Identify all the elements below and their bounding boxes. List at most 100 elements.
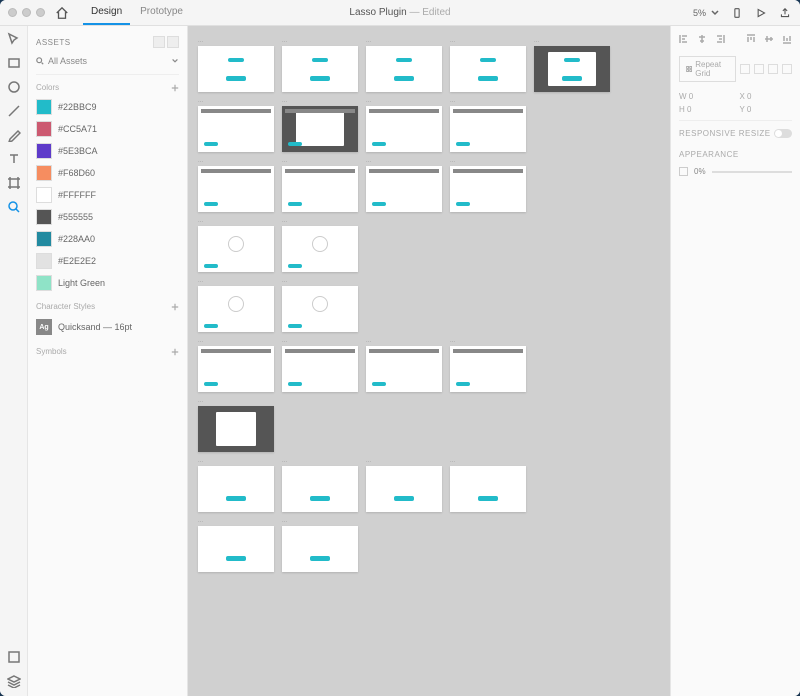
artboard-thumbnail[interactable]: ···	[198, 526, 274, 572]
artboard-thumbnail[interactable]: ···	[198, 106, 274, 152]
assets-panel: ASSETS All Assets Colors #22BBC9 #CC5A71 #…	[28, 26, 188, 696]
color-swatch-item[interactable]: #22BBC9	[36, 96, 179, 118]
canvas[interactable]: ········································…	[188, 26, 670, 696]
opacity-slider[interactable]	[712, 171, 792, 173]
swatch-label: #CC5A71	[58, 124, 97, 134]
assets-title: ASSETS	[36, 38, 71, 47]
intersect-icon[interactable]	[768, 64, 778, 74]
align-right-icon[interactable]	[715, 34, 725, 44]
assets-icon[interactable]	[7, 650, 21, 664]
artboard-thumbnail[interactable]: ···	[450, 466, 526, 512]
maximize-icon[interactable]	[36, 8, 45, 17]
device-preview-icon[interactable]	[730, 6, 744, 20]
artboard-thumbnail[interactable]: ···	[282, 106, 358, 152]
opacity-checkbox[interactable]	[679, 167, 688, 176]
select-tool[interactable]	[7, 32, 21, 46]
play-icon[interactable]	[754, 6, 768, 20]
swatch-label: #5E3BCA	[58, 146, 98, 156]
tab-design[interactable]: Design	[83, 0, 130, 25]
assets-search[interactable]: All Assets	[36, 52, 179, 75]
artboard-thumbnail[interactable]: ···	[450, 106, 526, 152]
charstyles-section-header[interactable]: Character Styles	[36, 294, 179, 315]
artboard-thumbnail[interactable]: ···	[282, 346, 358, 392]
traffic-lights	[8, 8, 45, 17]
artboard-thumbnail[interactable]: ···	[450, 166, 526, 212]
subtract-icon[interactable]	[754, 64, 764, 74]
grid-view-button[interactable]	[153, 36, 165, 48]
align-top-icon[interactable]	[746, 34, 756, 44]
artboard-thumbnail[interactable]: ···	[198, 46, 274, 92]
layers-icon[interactable]	[7, 674, 21, 688]
artboard-thumbnail[interactable]: ···	[282, 226, 358, 272]
color-swatch-item[interactable]: #555555	[36, 206, 179, 228]
x-field[interactable]: X 0	[740, 92, 793, 101]
charstyle-icon: Ag	[36, 319, 52, 335]
align-controls	[679, 32, 792, 52]
artboard-thumbnail[interactable]: ···	[366, 346, 442, 392]
responsive-toggle[interactable]	[774, 129, 792, 138]
artboard-thumbnail[interactable]: ···	[450, 46, 526, 92]
swatch-icon	[36, 275, 52, 291]
rectangle-tool[interactable]	[7, 56, 21, 70]
artboard-thumbnail[interactable]: ···	[366, 466, 442, 512]
zoom-dropdown[interactable]: 5%	[693, 8, 720, 18]
titlebar: Design Prototype Lasso Plugin — Edited 5…	[0, 0, 800, 26]
tab-prototype[interactable]: Prototype	[132, 0, 191, 25]
artboard-thumbnail[interactable]: ···	[198, 466, 274, 512]
union-icon[interactable]	[740, 64, 750, 74]
color-swatch-item[interactable]: #CC5A71	[36, 118, 179, 140]
artboard-thumbnail[interactable]: ···	[198, 226, 274, 272]
height-field[interactable]: H 0	[679, 105, 732, 114]
plus-icon[interactable]	[171, 303, 179, 311]
repeat-grid-button[interactable]: Repeat Grid	[679, 56, 736, 82]
artboard-tool[interactable]	[7, 176, 21, 190]
colors-section-header[interactable]: Colors	[36, 75, 179, 96]
plus-icon[interactable]	[171, 348, 179, 356]
symbols-section-header[interactable]: Symbols	[36, 339, 179, 360]
ellipse-tool[interactable]	[7, 80, 21, 94]
mode-tabs: Design Prototype	[83, 0, 191, 25]
artboard-thumbnail[interactable]: ···	[366, 166, 442, 212]
color-swatch-item[interactable]: #228AA0	[36, 228, 179, 250]
share-icon[interactable]	[778, 6, 792, 20]
color-swatch-item[interactable]: #F68D60	[36, 162, 179, 184]
color-swatch-item[interactable]: #5E3BCA	[36, 140, 179, 162]
align-bottom-icon[interactable]	[782, 34, 792, 44]
width-field[interactable]: W 0	[679, 92, 732, 101]
swatch-icon	[36, 99, 52, 115]
artboard-thumbnail[interactable]: ···	[366, 106, 442, 152]
line-tool[interactable]	[7, 104, 21, 118]
opacity-value: 0%	[694, 167, 706, 176]
align-left-icon[interactable]	[679, 34, 689, 44]
close-icon[interactable]	[8, 8, 17, 17]
color-swatch-item[interactable]: #E2E2E2	[36, 250, 179, 272]
pen-tool[interactable]	[7, 128, 21, 142]
artboard-thumbnail[interactable]: ···	[282, 526, 358, 572]
properties-panel: Repeat Grid W 0 X 0 H 0 Y 0 RESPONSIVE R…	[670, 26, 800, 696]
exclude-icon[interactable]	[782, 64, 792, 74]
artboard-thumbnail[interactable]: ···	[534, 46, 610, 92]
artboard-thumbnail[interactable]: ···	[198, 286, 274, 332]
character-style-item[interactable]: Ag Quicksand — 16pt	[36, 315, 179, 339]
artboard-thumbnail[interactable]: ···	[282, 46, 358, 92]
home-button[interactable]	[55, 6, 69, 20]
y-field[interactable]: Y 0	[740, 105, 793, 114]
plus-icon[interactable]	[171, 84, 179, 92]
artboard-thumbnail[interactable]: ···	[198, 166, 274, 212]
artboard-thumbnail[interactable]: ···	[282, 466, 358, 512]
artboard-thumbnail[interactable]: ···	[366, 46, 442, 92]
align-vcenter-icon[interactable]	[764, 34, 774, 44]
artboard-thumbnail[interactable]: ···	[282, 286, 358, 332]
artboard-thumbnail[interactable]: ···	[198, 346, 274, 392]
zoom-tool[interactable]	[7, 200, 21, 214]
align-hcenter-icon[interactable]	[697, 34, 707, 44]
text-tool[interactable]	[7, 152, 21, 166]
color-swatch-item[interactable]: Light Green	[36, 272, 179, 294]
artboard-thumbnail[interactable]: ···	[450, 346, 526, 392]
swatch-label: #E2E2E2	[58, 256, 96, 266]
artboard-thumbnail[interactable]: ···	[282, 166, 358, 212]
list-view-button[interactable]	[167, 36, 179, 48]
color-swatch-item[interactable]: #FFFFFF	[36, 184, 179, 206]
artboard-thumbnail[interactable]: ···	[198, 406, 274, 452]
minimize-icon[interactable]	[22, 8, 31, 17]
